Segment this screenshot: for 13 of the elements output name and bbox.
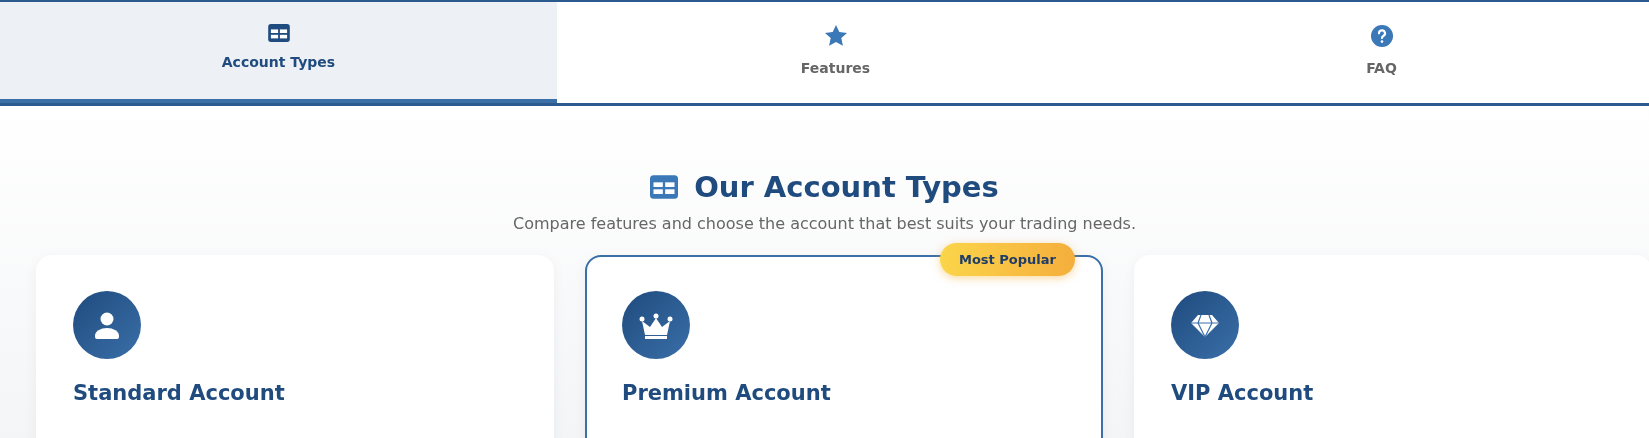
table-icon: [650, 175, 679, 199]
star-icon: [823, 24, 848, 48]
section-subtitle: Compare features and choose the account that best suits your trading needs.: [512, 214, 1137, 233]
card-title: Standard Account: [73, 381, 286, 405]
card-title: VIP Account: [1171, 381, 1315, 405]
table-icon: [267, 24, 290, 42]
section-title: Our Account Types: [694, 170, 999, 204]
help-icon: [1369, 24, 1394, 48]
popular-badge: Most Popular: [940, 243, 1075, 276]
tab[interactable]: Account Types: [0, 2, 557, 103]
person-icon: [73, 291, 141, 359]
crown-icon: [622, 291, 690, 359]
card-title: Premium Account: [622, 381, 832, 405]
